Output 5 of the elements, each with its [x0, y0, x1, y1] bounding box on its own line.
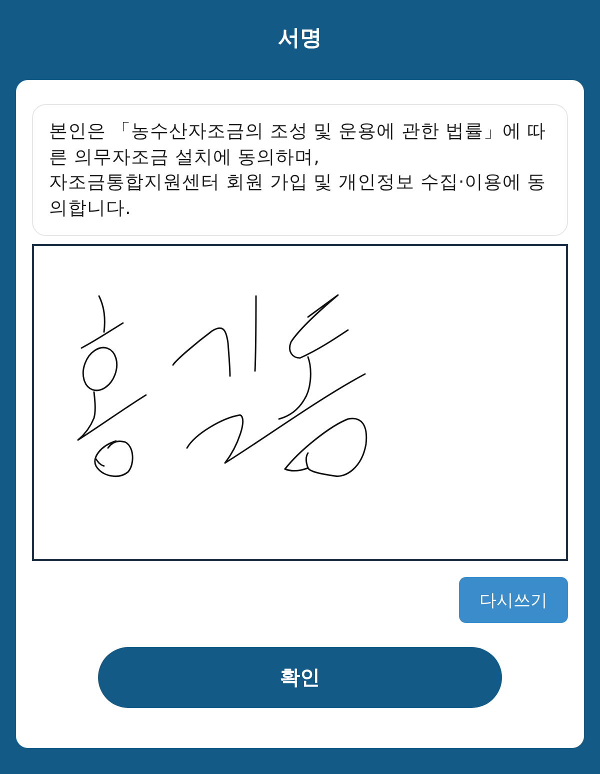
consent-text: 본인은 「농수산자조금의 조성 및 운용에 관한 법률」에 따른 의무자조금 설치에 동의하며, 자조금통합지원센터 회원 가입 및 개인정보 수집·이용에 동의합니다. — [32, 104, 568, 236]
rewrite-button[interactable]: 다시쓰기 — [459, 577, 568, 623]
signature-pad[interactable] — [32, 244, 568, 561]
page-title: 서명 — [278, 25, 322, 53]
confirm-button[interactable]: 확인 — [98, 647, 502, 708]
